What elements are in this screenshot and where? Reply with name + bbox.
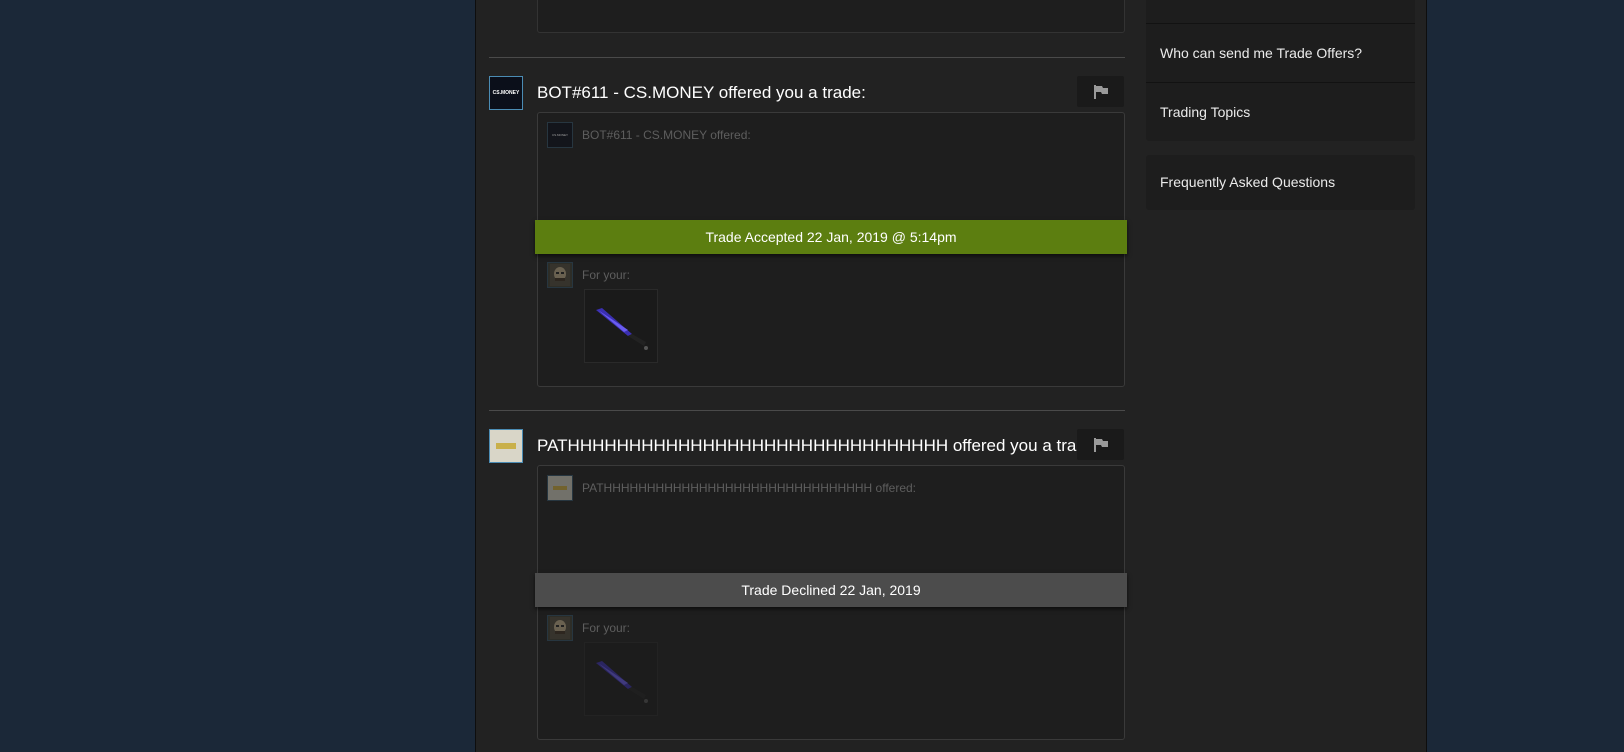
- for-your-label: For your:: [582, 621, 631, 635]
- trade-item[interactable]: [584, 642, 658, 716]
- sidebar-item-trading-topics[interactable]: Trading Topics: [1146, 83, 1415, 141]
- avatar-logo-text: CS.MONEY: [492, 90, 520, 96]
- sidebar-item-faq[interactable]: Frequently Asked Questions: [1146, 155, 1415, 210]
- for-your-row: For your:: [547, 615, 630, 641]
- offered-row: PATHHHHHHHHHHHHHHHHHHHHHHHHHHHHHHH offer…: [547, 475, 916, 501]
- partner-avatar-small[interactable]: CS.MONEY: [547, 122, 573, 148]
- flag-icon: [1093, 437, 1108, 452]
- user-avatar-small[interactable]: [547, 615, 573, 641]
- user-avatar-small[interactable]: [547, 262, 573, 288]
- trade-title: BOT#611 - CS.MONEY offered you a trade:: [537, 83, 866, 102]
- partner-logo-icon: [492, 432, 520, 460]
- trade-title: PATHHHHHHHHHHHHHHHHHHHHHHHHHHHHHHH offer…: [537, 436, 1100, 455]
- offered-label: PATHHHHHHHHHHHHHHHHHHHHHHHHHHHHHHH offer…: [582, 481, 917, 495]
- knife-icon: [596, 661, 648, 703]
- divider: [489, 57, 1125, 58]
- knife-icon: [596, 308, 648, 350]
- trade-status-banner: Trade Declined 22 Jan, 2019: [535, 573, 1127, 607]
- partner-avatar-small[interactable]: [547, 475, 573, 501]
- report-button[interactable]: [1077, 76, 1124, 107]
- sidebar-item-who-can-send[interactable]: Who can send me Trade Offers?: [1146, 24, 1415, 83]
- sidebar-clipped-item[interactable]: [1146, 0, 1415, 24]
- sidebar-trade-group: Who can send me Trade Offers? Trading To…: [1146, 24, 1415, 141]
- trade-item[interactable]: [584, 289, 658, 363]
- flag-icon: [1093, 84, 1108, 99]
- for-your-row: For your:: [547, 262, 630, 288]
- divider: [489, 410, 1125, 411]
- partner-avatar[interactable]: [489, 429, 523, 463]
- partner-avatar[interactable]: CS.MONEY: [489, 76, 523, 110]
- avatar-logo-text: CS.MONEY: [551, 133, 568, 137]
- partner-logo-icon: [553, 486, 567, 490]
- user-portrait-icon: [550, 264, 570, 286]
- offered-label: BOT#611 - CS.MONEY offered:: [582, 128, 751, 142]
- for-your-label: For your:: [582, 268, 631, 282]
- sidebar-faq-group: Frequently Asked Questions: [1146, 155, 1415, 210]
- previous-offer-box: [537, 0, 1125, 33]
- trade-status-banner: Trade Accepted 22 Jan, 2019 @ 5:14pm: [535, 220, 1127, 254]
- report-button[interactable]: [1077, 429, 1124, 460]
- offered-row: CS.MONEY BOT#611 - CS.MONEY offered:: [547, 122, 751, 148]
- user-portrait-icon: [550, 617, 570, 639]
